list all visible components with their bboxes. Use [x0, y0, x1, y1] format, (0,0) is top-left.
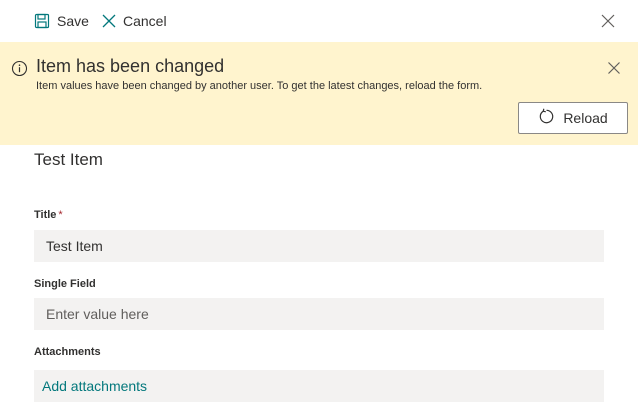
- refresh-icon: [538, 108, 555, 128]
- banner-message: Item values have been changed by another…: [36, 80, 483, 92]
- single-field-label: Single Field: [34, 278, 96, 290]
- reload-label: Reload: [563, 110, 608, 126]
- command-bar: Save Cancel: [0, 0, 638, 42]
- single-field-input[interactable]: [34, 298, 604, 330]
- title-input[interactable]: [34, 230, 604, 262]
- required-mark: *: [58, 209, 63, 221]
- attachments-label: Attachments: [34, 346, 101, 358]
- close-icon: [608, 62, 620, 74]
- banner-title: Item has been changed: [36, 56, 225, 76]
- item-edit-panel: Save Cancel Item has been changed Item v…: [0, 0, 638, 409]
- banner-close-button[interactable]: [607, 61, 621, 75]
- close-panel-button[interactable]: [600, 13, 616, 29]
- info-icon: [11, 60, 28, 77]
- attachments-area: Add attachments: [34, 370, 604, 402]
- cancel-label: Cancel: [123, 13, 167, 29]
- save-label: Save: [57, 13, 89, 29]
- cancel-button[interactable]: Cancel: [102, 11, 167, 31]
- reload-button[interactable]: Reload: [518, 102, 628, 134]
- form-title: Test Item: [34, 150, 103, 169]
- save-icon: [34, 13, 50, 29]
- add-attachments-link[interactable]: Add attachments: [42, 378, 147, 394]
- save-button[interactable]: Save: [34, 11, 89, 31]
- title-label-text: Title: [34, 209, 57, 221]
- item-changed-banner: Item has been changed Item values have b…: [0, 42, 638, 145]
- title-field-label: Title *: [34, 209, 63, 221]
- close-icon: [601, 14, 615, 28]
- cancel-icon: [102, 14, 116, 28]
